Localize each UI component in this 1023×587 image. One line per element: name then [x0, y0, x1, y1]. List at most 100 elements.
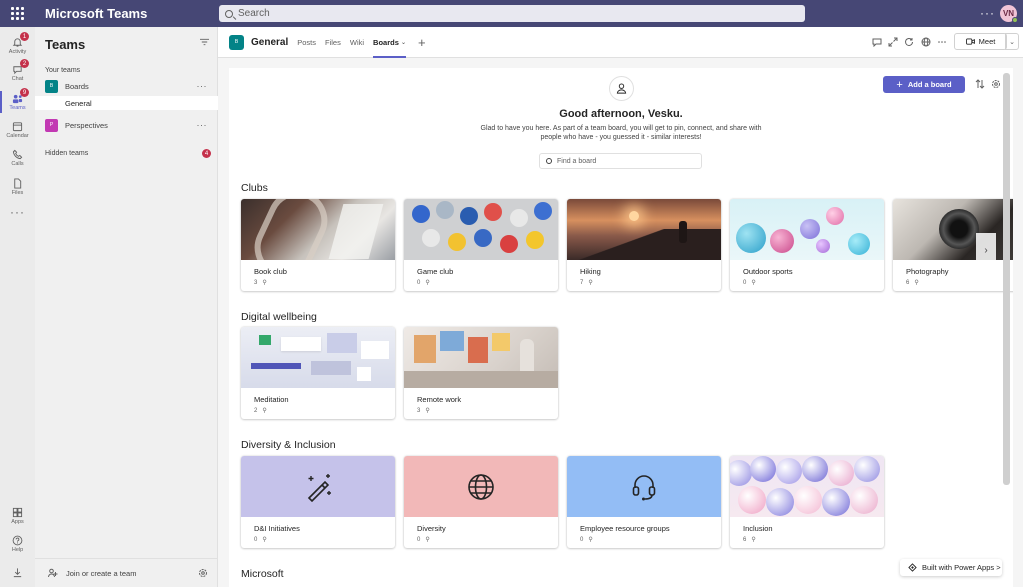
board-card-book-club[interactable]: Book club 3 ⚲ [241, 199, 395, 291]
rail-calls[interactable]: Calls [0, 143, 35, 173]
settings-gear-icon[interactable] [991, 79, 1001, 89]
remote-work-image [404, 327, 558, 388]
card-pin-count: 6 ⚲ [906, 279, 919, 287]
team-item-boards[interactable]: B Boards ··· [35, 77, 218, 95]
board-card-inclusion[interactable]: Inclusion 6 ⚲ [730, 456, 884, 548]
tab-wiki[interactable]: Wiki [350, 27, 364, 58]
tab-boards[interactable]: Boards ⌄ [373, 27, 406, 58]
section-title-digital-wellbeing: Digital wellbeing [241, 311, 317, 323]
channel-header: B General Posts Files Wiki Boards ⌄ + Me… [218, 27, 1023, 58]
board-card-game-club[interactable]: Game club 0 ⚲ [404, 199, 558, 291]
meditation-image [241, 327, 395, 388]
board-card-employee-resource-groups[interactable]: Employee resource groups 0 ⚲ [567, 456, 721, 548]
pin-icon: ⚲ [425, 408, 430, 414]
add-tab-button[interactable]: + [418, 35, 426, 50]
download-button[interactable] [0, 557, 35, 587]
team-name: Boards [65, 81, 89, 91]
refresh-icon[interactable] [904, 37, 914, 47]
app-launcher-button[interactable] [0, 0, 34, 27]
card-pin-count: 0 ⚲ [417, 279, 430, 287]
expand-icon[interactable] [888, 37, 898, 47]
rail-teams[interactable]: Teams 9 [0, 87, 35, 117]
card-pin-count: 6 ⚲ [743, 536, 756, 544]
hidden-teams-label[interactable]: Hidden teams [45, 150, 88, 157]
title-bar: Microsoft Teams Search ··· VN [0, 0, 1023, 27]
rail-label: Files [11, 190, 24, 196]
join-team-label: Join or create a team [66, 568, 137, 578]
channel-title: General [251, 36, 289, 48]
meet-options-chevron-icon[interactable]: ⌄ [1005, 33, 1019, 50]
file-icon [14, 178, 22, 189]
content-scrollbar[interactable] [1003, 73, 1010, 485]
board-card-remote-work[interactable]: Remote work 3 ⚲ [404, 327, 558, 419]
built-with-label: Built with Power Apps > [922, 563, 1001, 572]
team-item-perspectives[interactable]: P Perspectives ··· [35, 116, 218, 134]
rail-label: Teams [9, 105, 26, 111]
board-card-di-initiatives[interactable]: D&I Initiatives 0 ⚲ [241, 456, 395, 548]
download-icon [13, 567, 22, 577]
board-card-meditation[interactable]: Meditation 2 ⚲ [241, 327, 395, 419]
pin-count: 0 [254, 536, 258, 543]
search-input[interactable]: Search [219, 5, 805, 22]
pin-icon: ⚲ [425, 280, 430, 286]
join-team-icon [48, 568, 58, 578]
teams-badge: 9 [20, 88, 29, 97]
carousel-next-chevron-icon[interactable]: › [976, 233, 996, 267]
more-options-icon[interactable]: ··· [980, 6, 995, 20]
pin-count: 7 [580, 279, 584, 286]
rail-more-apps-icon[interactable]: ··· [0, 197, 35, 227]
find-board-input[interactable]: Find a board [539, 153, 702, 169]
search-icon [225, 9, 233, 18]
board-card-diversity[interactable]: Diversity 0 ⚲ [404, 456, 558, 548]
rail-chat[interactable]: Chat 2 [0, 58, 35, 88]
card-pin-count: 0 ⚲ [743, 279, 756, 287]
tab-posts[interactable]: Posts [297, 27, 316, 58]
built-with-power-apps-button[interactable]: Built with Power Apps > [900, 559, 1002, 576]
board-card-outdoor-sports[interactable]: Outdoor sports 0 ⚲ [730, 199, 884, 291]
more-options-icon[interactable]: ··· [197, 120, 208, 130]
pin-count: 0 [743, 279, 747, 286]
card-pin-count: 0 ⚲ [580, 536, 593, 544]
your-teams-label: Your teams [45, 67, 81, 74]
book-club-image [241, 199, 395, 260]
person-icon [609, 76, 634, 101]
sort-icon[interactable] [975, 79, 985, 89]
pin-icon: ⚲ [588, 280, 593, 286]
app-title: Microsoft Teams [45, 6, 148, 21]
pin-icon: ⚲ [914, 280, 919, 286]
outdoor-sports-image [730, 199, 884, 260]
di-initiatives-tile [241, 456, 395, 517]
card-pin-count: 2 ⚲ [254, 407, 267, 415]
greeting-heading: Good afternoon, Vesku. [559, 108, 683, 120]
power-apps-icon [908, 563, 917, 572]
rail-help[interactable]: Help [0, 529, 35, 559]
meet-button[interactable]: Meet [954, 33, 1007, 50]
settings-gear-icon[interactable] [198, 568, 208, 578]
channel-item-general[interactable]: General [35, 96, 218, 110]
hiking-image [567, 199, 721, 260]
tab-files[interactable]: Files [325, 27, 341, 58]
card-title: Meditation [254, 395, 289, 404]
teams-panel: Teams Your teams B Boards ··· General P … [35, 27, 218, 587]
rail-activity[interactable]: Activity 1 [0, 31, 35, 61]
join-create-team[interactable]: Join or create a team [35, 558, 218, 587]
team-avatar: B [45, 79, 58, 93]
rail-apps[interactable]: Apps [0, 501, 35, 531]
filter-icon[interactable] [200, 38, 209, 46]
globe-icon[interactable] [921, 37, 931, 47]
employee-resource-groups-tile [567, 456, 721, 517]
more-options-icon[interactable]: ··· [197, 81, 208, 91]
rail-label: Calendar [6, 133, 29, 139]
board-card-hiking[interactable]: Hiking 7 ⚲ [567, 199, 721, 291]
pin-count: 0 [417, 279, 421, 286]
card-pin-count: 0 ⚲ [254, 536, 267, 544]
add-board-button[interactable]: + Add a board [883, 76, 965, 93]
inclusion-image [730, 456, 884, 517]
rail-calendar[interactable]: Calendar [0, 115, 35, 145]
more-options-icon[interactable] [937, 37, 947, 47]
conversation-icon[interactable] [872, 37, 882, 47]
globe-icon [468, 473, 494, 500]
user-avatar[interactable]: VN [1000, 5, 1018, 23]
rail-label: Apps [11, 519, 24, 525]
rail-label: Activity [8, 49, 27, 55]
